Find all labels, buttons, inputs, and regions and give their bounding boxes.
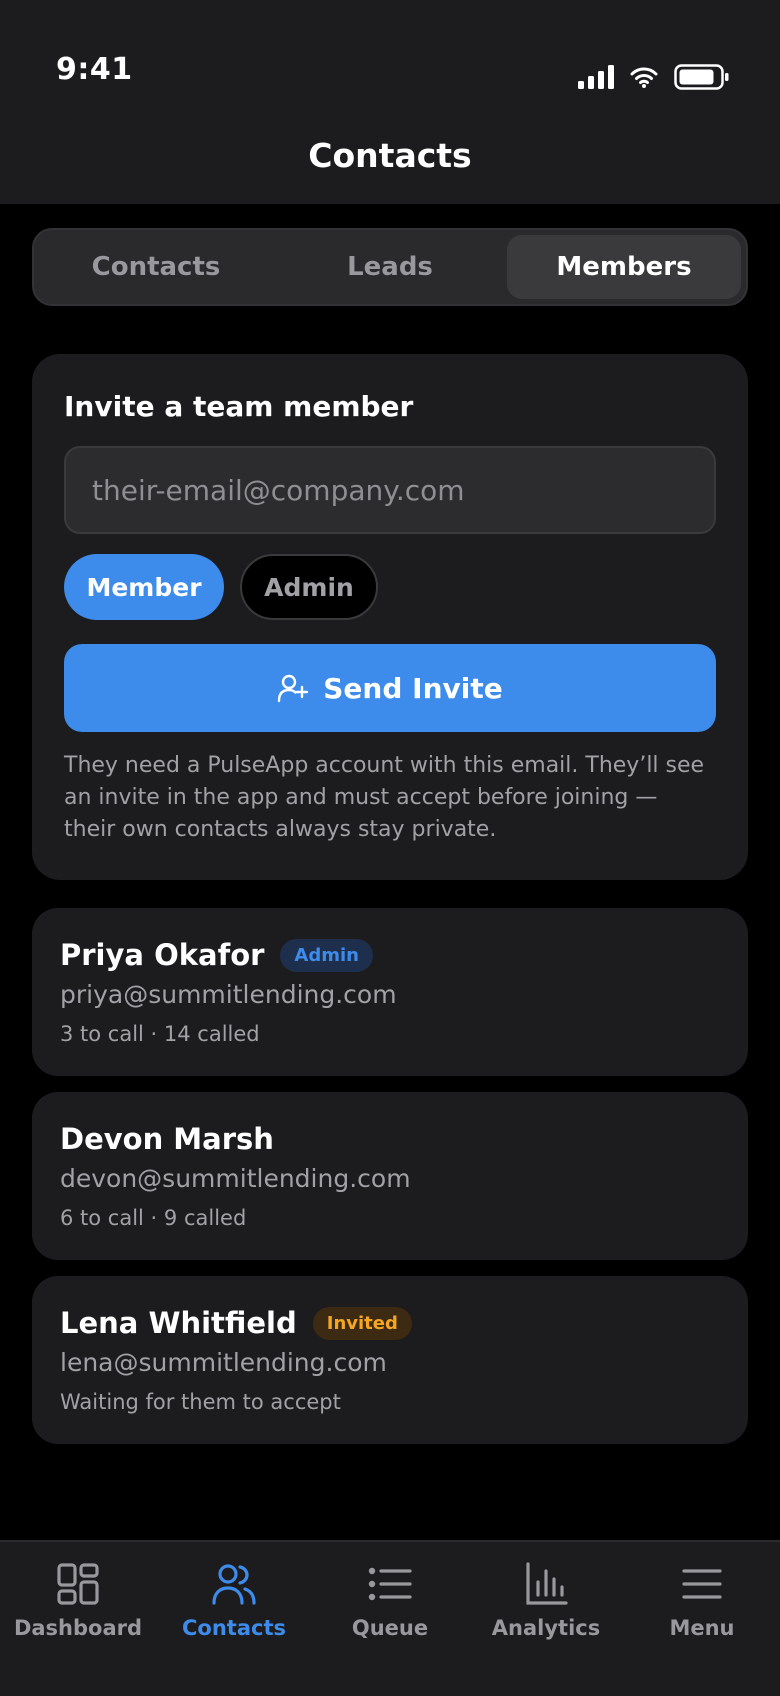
status-time: 9:41 — [56, 52, 133, 87]
battery-icon — [674, 64, 729, 90]
member-email: priya@summitlending.com — [60, 980, 397, 1009]
email-input[interactable] — [64, 446, 716, 534]
segmented-control: Contacts Leads Members — [32, 228, 748, 306]
tab-contacts[interactable]: Contacts — [156, 1542, 312, 1696]
dashboard-icon — [57, 1563, 99, 1605]
role-admin-button[interactable]: Admin — [240, 554, 378, 620]
member-name: Devon Marsh — [60, 1122, 274, 1156]
member-header: Devon Marsh — [60, 1122, 274, 1156]
member-card[interactable]: Devon Marsh devon@summitlending.com 6 to… — [32, 1092, 748, 1260]
list-icon — [368, 1567, 412, 1601]
member-meta: Waiting for them to accept — [60, 1390, 341, 1414]
member-email: lena@summitlending.com — [60, 1348, 387, 1377]
member-card[interactable]: Lena Whitfield Invited lena@summitlendin… — [32, 1276, 748, 1444]
admin-badge: Admin — [280, 938, 373, 972]
member-header: Lena Whitfield Invited — [60, 1306, 412, 1340]
tab-label: Dashboard — [13, 1616, 143, 1640]
member-card[interactable]: Priya Okafor Admin priya@summitlending.c… — [32, 908, 748, 1076]
member-meta: 6 to call · 9 called — [60, 1206, 247, 1230]
system-icons — [578, 64, 730, 90]
user-plus-icon — [278, 674, 309, 703]
cellular-signal-icon — [578, 65, 614, 89]
tab-label: Contacts — [182, 1616, 286, 1640]
member-meta: 3 to call · 14 called — [60, 1022, 260, 1046]
invite-card: Invite a team member Member Admin Send I… — [32, 354, 748, 880]
invite-title: Invite a team member — [64, 390, 414, 423]
role-member-button[interactable]: Member — [64, 554, 224, 620]
navigation-bar: Contacts — [0, 100, 780, 204]
member-header: Priya Okafor Admin — [60, 938, 373, 972]
member-name: Lena Whitfield — [60, 1306, 297, 1340]
member-name: Priya Okafor — [60, 938, 265, 972]
send-invite-button[interactable]: Send Invite — [64, 644, 716, 732]
tab-label: Menu — [669, 1616, 735, 1640]
tab-bar: Dashboard Contacts Queue Analytics Menu — [0, 1540, 780, 1696]
tab-label: Queue — [351, 1616, 429, 1640]
users-icon — [212, 1564, 256, 1605]
tab-menu[interactable]: Menu — [624, 1542, 780, 1696]
bar-chart-icon — [526, 1562, 568, 1605]
send-invite-label: Send Invite — [323, 671, 503, 705]
tab-label: Analytics — [491, 1616, 601, 1640]
tab-queue[interactable]: Queue — [312, 1542, 468, 1696]
wifi-icon — [630, 67, 658, 88]
segment-contacts[interactable]: Contacts — [39, 235, 273, 299]
invited-badge: Invited — [312, 1306, 412, 1340]
menu-icon — [682, 1569, 722, 1599]
segment-leads[interactable]: Leads — [273, 235, 507, 299]
invite-help-text: They need a PulseApp account with this e… — [64, 753, 705, 842]
tab-analytics[interactable]: Analytics — [468, 1542, 624, 1696]
tab-dashboard[interactable]: Dashboard — [0, 1542, 156, 1696]
segment-members[interactable]: Members — [507, 235, 741, 299]
page-title: Contacts — [308, 136, 472, 175]
member-email: devon@summitlending.com — [60, 1164, 411, 1193]
status-bar: 9:41 — [0, 0, 780, 100]
